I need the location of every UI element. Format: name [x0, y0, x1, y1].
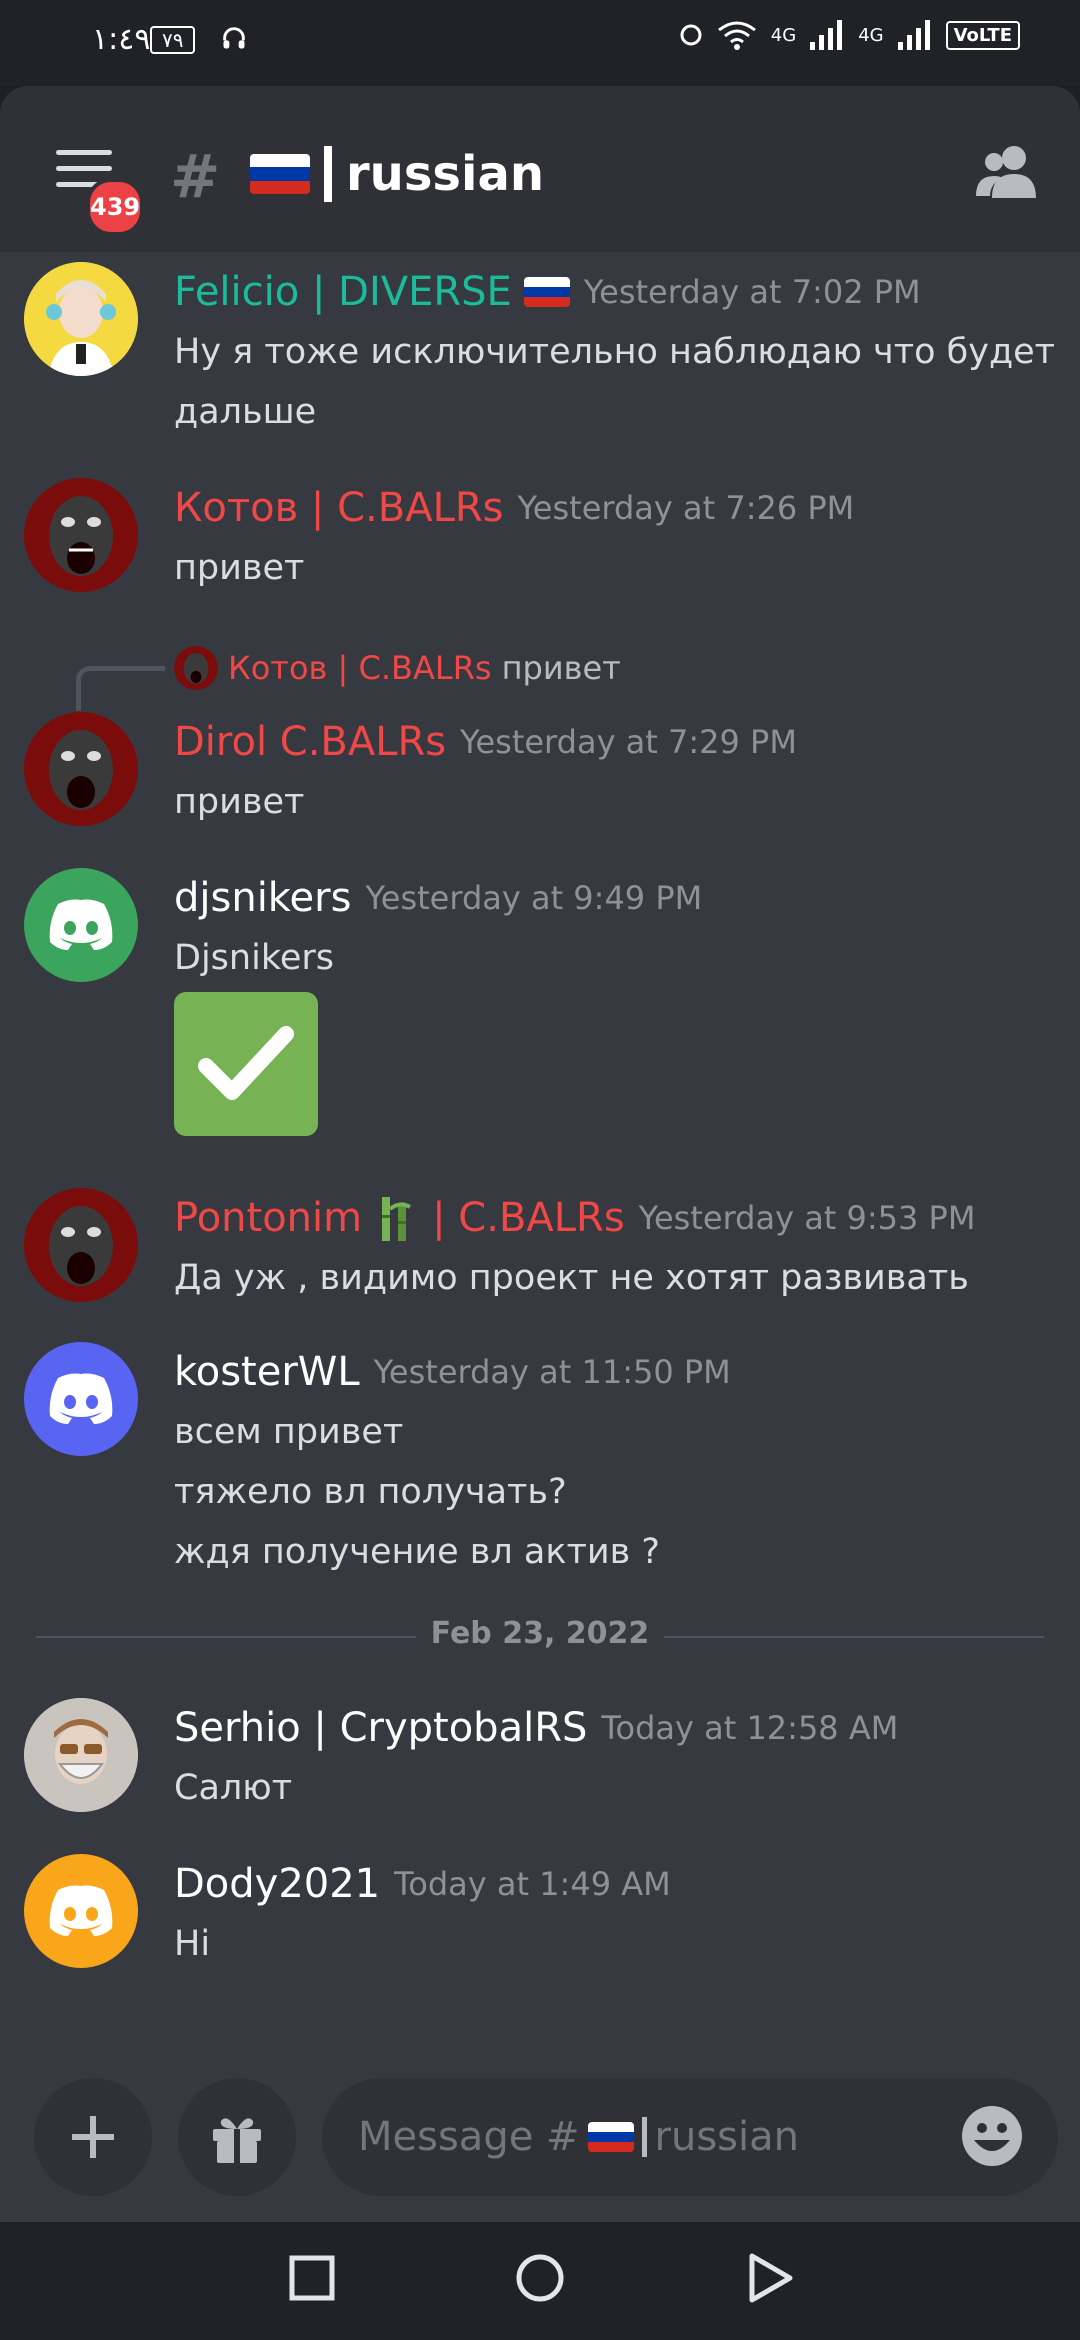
reply-connector [76, 666, 165, 711]
discord-logo-icon [49, 1373, 113, 1424]
network-type-1: 4G [770, 24, 797, 46]
avatar[interactable] [24, 262, 138, 376]
russia-flag-icon [523, 277, 570, 307]
message-line: Ну я тоже исключительно наблюдаю что буд… [174, 332, 1056, 372]
message-line: привет [174, 548, 305, 588]
bar-separator [641, 2117, 647, 2157]
message-content: Dirol C.BALRs Yesterday at 7:29 PM приве… [174, 712, 797, 832]
message-placeholder: Message # russian [358, 2114, 799, 2160]
message-content: Felicio | DIVERSE Yesterday at 7:02 PM Н… [174, 262, 1055, 442]
network-type-2: 4G [858, 24, 884, 46]
timestamp: Today at 1:49 AM [394, 1865, 671, 1903]
avatar[interactable] [24, 478, 138, 592]
timestamp: Today at 12:58 AM [601, 1709, 899, 1747]
back-icon[interactable] [744, 2252, 796, 2304]
username[interactable]: kosterWL [174, 1349, 360, 1395]
avatar[interactable] [24, 1698, 138, 1812]
avatar[interactable] [24, 1342, 138, 1456]
volte-badge: VoLTE [945, 20, 1020, 50]
home-icon[interactable] [514, 2252, 566, 2304]
username[interactable]: Котов | C.BALRs [174, 485, 504, 531]
status-icons: 4G 4G VoLTE [679, 20, 1020, 50]
discord-app: 439 # russian Felicio | DIVERSE Yesterda… [0, 86, 1080, 2222]
russia-flag-icon [250, 154, 310, 194]
avatar[interactable] [24, 1188, 138, 1302]
message-content: djsnikers Yesterday at 9:49 PM Djsnikers [174, 868, 702, 1136]
message-line: привет [174, 782, 305, 822]
placeholder-channel: russian [654, 2114, 799, 2160]
russia-flag-icon [587, 2122, 634, 2152]
timestamp: Yesterday at 7:26 PM [517, 489, 855, 527]
avatar [174, 646, 218, 690]
recents-icon[interactable] [286, 2252, 338, 2304]
message-line: Hi [174, 1924, 211, 1964]
discord-logo-icon [49, 899, 113, 950]
alarm-icon [680, 24, 702, 46]
message-content: Serhio | CryptobalRS Today at 12:58 AM С… [174, 1698, 898, 1818]
username[interactable]: Dody2021 [174, 1861, 380, 1907]
channel-title[interactable]: russian [250, 146, 544, 202]
message-line: всем привет [174, 1412, 404, 1452]
emoji-picker-icon[interactable] [960, 2104, 1024, 2168]
message-line: дальше [174, 392, 317, 432]
username[interactable]: Felicio | DIVERSE [174, 269, 512, 315]
username[interactable]: Dirol C.BALRs [174, 719, 446, 765]
avatar[interactable] [24, 712, 138, 826]
gift-icon [213, 2118, 261, 2163]
status-bar: ١:٤٩ ٧٩ 4G 4G VoLTE [0, 0, 1080, 86]
placeholder-prefix: Message # [358, 2114, 580, 2160]
check-mark-icon [198, 1026, 294, 1100]
avatar[interactable] [24, 868, 138, 982]
message-line: Да уж , видимо проект не хотят развивать [174, 1258, 969, 1298]
bar-separator [324, 146, 332, 202]
message-content: Dody2021 Today at 1:49 AM Hi [174, 1854, 671, 1974]
system-nav-bar [0, 2222, 1080, 2340]
timestamp: Yesterday at 11:50 PM [373, 1353, 731, 1391]
reply-text: привет [501, 649, 621, 687]
message-input[interactable]: Message # russian [322, 2078, 1058, 2196]
signal-icon-2 [897, 20, 930, 50]
status-time: ١:٤٩ [92, 22, 151, 57]
message-content: Pontonim | C.BALRs Yesterday at 9:53 PM … [174, 1188, 975, 1308]
timestamp: Yesterday at 7:02 PM [583, 273, 921, 311]
monster-avatar-icon [24, 1188, 138, 1302]
username[interactable]: Serhio | CryptobalRS [174, 1705, 587, 1751]
message-line: тяжело вл получать? [174, 1472, 567, 1512]
battery-indicator: ٧٩ [150, 26, 196, 54]
masked-face-avatar-icon [24, 1698, 138, 1812]
timestamp: Yesterday at 9:53 PM [638, 1199, 976, 1237]
username-part-1[interactable]: Pontonim [174, 1195, 362, 1241]
mention-badge: 439 [86, 178, 145, 236]
message-line: Салют [174, 1768, 293, 1808]
message-content: Котов | C.BALRs Yesterday at 7:26 PM при… [174, 478, 854, 598]
channel-header: 439 # russian [0, 86, 1080, 252]
anime-avatar-icon [24, 262, 138, 376]
timestamp: Yesterday at 7:29 PM [460, 723, 797, 761]
plus-icon [72, 2116, 114, 2158]
headphones-icon [223, 27, 245, 49]
date-divider: Feb 23, 2022 [36, 1616, 1044, 1656]
members-icon[interactable] [974, 142, 1042, 202]
message-line: Djsnikers [174, 938, 334, 978]
message-content: kosterWL Yesterday at 11:50 PM всем прив… [174, 1342, 731, 1582]
discord-logo-icon [49, 1885, 113, 1936]
date-label: Feb 23, 2022 [430, 1616, 650, 1651]
username-part-2[interactable]: | C.BALRs [432, 1195, 625, 1241]
bamboo-icon [382, 1197, 412, 1241]
wifi-icon [717, 21, 756, 50]
monster-avatar-icon [24, 478, 138, 592]
reply-preview[interactable]: Котов | C.BALRs привет [174, 646, 621, 690]
avatar[interactable] [24, 1854, 138, 1968]
monster-avatar-icon [24, 712, 138, 826]
reply-username: Котов | C.BALRs [228, 649, 492, 687]
signal-icon [810, 20, 843, 50]
channel-name: russian [346, 146, 544, 202]
check-mark-emoji[interactable] [174, 992, 318, 1136]
channel-hash-icon: # [170, 142, 221, 212]
gift-button[interactable] [178, 2078, 296, 2196]
add-attachment-button[interactable] [34, 2078, 152, 2196]
timestamp: Yesterday at 9:49 PM [365, 879, 703, 917]
message-line: ждя получение вл актив ? [174, 1532, 660, 1572]
username[interactable]: djsnikers [174, 875, 351, 921]
